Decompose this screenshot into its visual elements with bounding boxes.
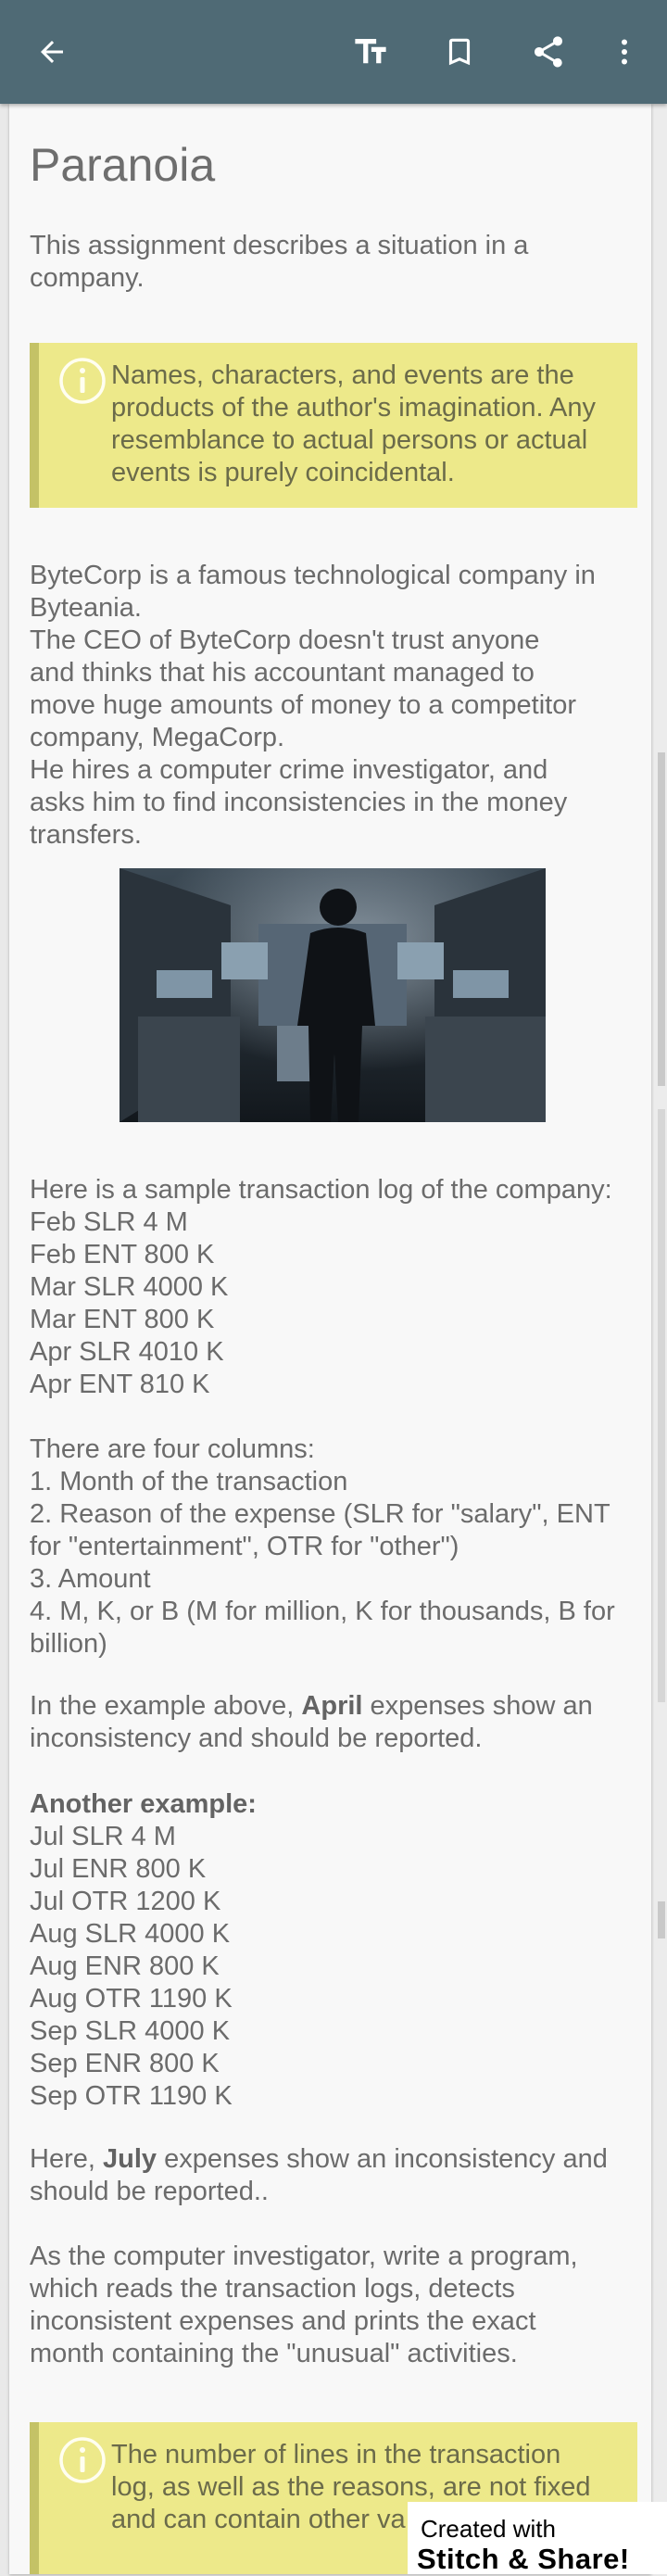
- disclaimer-line: products of the author's imagination. An…: [111, 393, 597, 423]
- scrollbar-track-segment: [658, 1471, 665, 1702]
- another-line: Sep SLR 4000 K: [30, 2016, 231, 2046]
- another-line: Jul ENR 800 K: [30, 1854, 207, 1884]
- sample-log: Here is a sample transaction log of the …: [30, 1174, 645, 1401]
- watermark-line2: Stitch & Share!: [417, 2543, 630, 2575]
- another-line: Aug ENR 800 K: [30, 1951, 220, 1981]
- task-line: As the computer investigator, write a pr…: [30, 2241, 578, 2271]
- story-line: Byteania.: [30, 593, 142, 623]
- example-note-pre: In the example above,: [30, 1691, 302, 1721]
- arrow-left-icon: [41, 41, 63, 63]
- disclaimer-text: Names, characters, and events are the pr…: [111, 360, 630, 489]
- here-note: Here, July expenses show an inconsistenc…: [30, 2143, 645, 2208]
- disclaimer-line: Names, characters, and events are the: [111, 360, 574, 390]
- columns-line: 4. M, K, or B (M for million, K for thou…: [30, 1597, 615, 1626]
- another-line: Aug OTR 1190 K: [30, 1984, 233, 2014]
- scrollbar-track-segment: [658, 1109, 665, 1526]
- watermark-line1: Created with: [421, 2515, 556, 2543]
- intro-line: This assignment describes a situation in…: [30, 231, 529, 260]
- example-note-line2: inconsistency and should be reported.: [30, 1724, 483, 1753]
- note-line: log, as well as the reasons, are not fix…: [111, 2472, 591, 2502]
- server-room-photo: [120, 868, 546, 1122]
- watermark: Created with Stitch & Share!: [408, 2502, 667, 2575]
- task-paragraph: As the computer investigator, write a pr…: [30, 2241, 645, 2370]
- story-line: asks him to find inconsistencies in the …: [30, 788, 568, 817]
- disclaimer-line: events is purely coincidental.: [111, 458, 455, 487]
- columns-line: 2. Reason of the expense (SLR for "salar…: [30, 1499, 610, 1529]
- sample-line: Feb SLR 4 M: [30, 1207, 188, 1237]
- disclaimer-callout: Names, characters, and events are the pr…: [30, 343, 637, 508]
- story-line: company, MegaCorp.: [30, 723, 285, 752]
- sample-line: Mar SLR 4000 K: [30, 1272, 229, 1302]
- scrollbar[interactable]: [654, 104, 667, 2574]
- task-line: month containing the "unusual" activitie…: [30, 2339, 518, 2368]
- another-line: Sep ENR 800 K: [30, 2049, 220, 2078]
- task-line: inconsistent expenses and prints the exa…: [30, 2306, 536, 2336]
- scrollbar-thumb[interactable]: [658, 752, 665, 1086]
- sample-line: Here is a sample transaction log of the …: [30, 1175, 612, 1205]
- task-line: which reads the transaction logs, detect…: [30, 2274, 515, 2304]
- story-line: transfers.: [30, 820, 142, 850]
- example-note-month: April: [301, 1691, 363, 1721]
- another-line: Jul OTR 1200 K: [30, 1887, 221, 1916]
- here-note-pre: Here,: [30, 2144, 103, 2174]
- columns-line: for "entertainment", OTR for "other"): [30, 1532, 459, 1561]
- another-example-heading: Another example:: [30, 1788, 645, 1821]
- example-note-line: In the example above, April expenses sho…: [30, 1690, 645, 1723]
- story-line: He hires a computer crime investigator, …: [30, 755, 548, 785]
- text-size-button[interactable]: [341, 22, 400, 82]
- here-note-post: expenses show an inconsistency and: [157, 2144, 608, 2174]
- text-size-icon: [355, 39, 386, 64]
- example-note: In the example above, April expenses sho…: [30, 1690, 645, 1755]
- columns-line: billion): [30, 1629, 107, 1659]
- sample-line: Mar ENT 800 K: [30, 1305, 215, 1334]
- server-room-illustration: [120, 868, 546, 1122]
- scrollbar-marker: [658, 1901, 665, 1938]
- info-icon: [59, 2437, 106, 2483]
- app-bar: [0, 0, 667, 104]
- sample-line: Feb ENT 800 K: [30, 1240, 215, 1269]
- columns-description: There are four columns: 1. Month of the …: [30, 1433, 645, 1661]
- columns-line: There are four columns:: [30, 1434, 315, 1464]
- columns-line: 1. Month of the transaction: [30, 1467, 348, 1496]
- more-options-button[interactable]: [595, 22, 654, 82]
- article-card: Paranoia This assignment describes a sit…: [9, 104, 651, 2574]
- another-line: Sep OTR 1190 K: [30, 2081, 233, 2111]
- another-example: Another example: Jul SLR 4 M Jul ENR 800…: [30, 1788, 645, 2113]
- story-line: The CEO of ByteCorp doesn't trust anyone: [30, 625, 540, 655]
- share-button[interactable]: [519, 22, 578, 82]
- intro-paragraph: This assignment describes a situation in…: [30, 230, 645, 295]
- story-paragraph: ByteCorp is a famous technological compa…: [30, 560, 645, 852]
- back-button[interactable]: [22, 22, 82, 82]
- page-title: Paranoia: [30, 139, 216, 191]
- story-line: ByteCorp is a famous technological compa…: [30, 561, 596, 590]
- story-line: move huge amounts of money to a competit…: [30, 690, 576, 720]
- another-example-title: Another example:: [30, 1789, 257, 1819]
- another-line: Jul SLR 4 M: [30, 1822, 176, 1851]
- sample-line: Apr SLR 4010 K: [30, 1337, 224, 1367]
- sample-line: Apr ENT 810 K: [30, 1370, 210, 1399]
- disclaimer-line: resemblance to actual persons or actual: [111, 425, 588, 455]
- here-note-line: Here, July expenses show an inconsistenc…: [30, 2143, 645, 2176]
- more-vertical-icon: [622, 39, 627, 65]
- bookmark-button[interactable]: [430, 22, 489, 82]
- here-note-month: July: [102, 2144, 157, 2174]
- another-line: Aug SLR 4000 K: [30, 1919, 231, 1949]
- intro-line: company.: [30, 263, 145, 293]
- bookmark-icon: [448, 38, 471, 66]
- example-note-post: expenses show an: [362, 1691, 593, 1721]
- story-line: and thinks that his accountant managed t…: [30, 658, 535, 688]
- here-note-line2: should be reported..: [30, 2177, 269, 2206]
- note-line: The number of lines in the transaction: [111, 2440, 561, 2469]
- info-icon: [59, 358, 106, 404]
- share-icon: [535, 36, 562, 68]
- columns-line: 3. Amount: [30, 1564, 151, 1594]
